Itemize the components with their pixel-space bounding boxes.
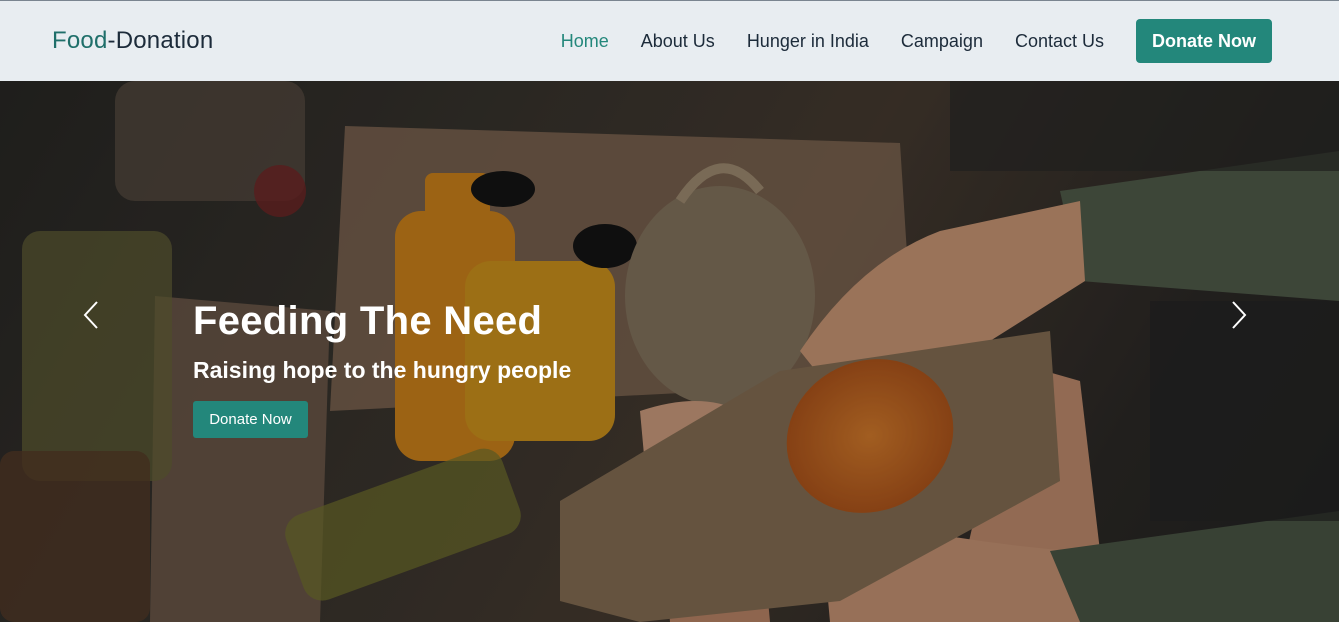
carousel-prev-button[interactable]	[80, 299, 104, 331]
nav-item-contact-us[interactable]: Contact Us	[1015, 19, 1104, 63]
nav-links: Home About Us Hunger in India Campaign C…	[561, 19, 1272, 63]
hero-caption: Feeding The Need Raising hope to the hun…	[193, 297, 571, 438]
brand-separator: -	[107, 27, 116, 54]
navbar: Food-Donation Home About Us Hunger in In…	[0, 0, 1339, 81]
donate-now-nav-button[interactable]: Donate Now	[1136, 19, 1272, 63]
chevron-right-icon	[1232, 301, 1247, 329]
carousel-next-button[interactable]	[1226, 299, 1250, 331]
chevron-left-icon	[83, 301, 98, 329]
hero-subtitle: Raising hope to the hungry people	[193, 357, 572, 383]
brand-part-donation: Donation	[115, 27, 214, 54]
hero-carousel: Feeding The Need Raising hope to the hun…	[0, 81, 1339, 622]
nav-item-home[interactable]: Home	[561, 19, 609, 63]
hero-title: Feeding The Need	[193, 299, 543, 343]
brand-logo[interactable]: Food-Donation	[52, 27, 213, 55]
brand-part-food: Food	[52, 27, 108, 54]
nav-item-about-us[interactable]: About Us	[641, 19, 715, 63]
nav-item-hunger-in-india[interactable]: Hunger in India	[747, 19, 869, 63]
donate-now-hero-button[interactable]: Donate Now	[193, 401, 308, 438]
nav-item-campaign[interactable]: Campaign	[901, 19, 983, 63]
